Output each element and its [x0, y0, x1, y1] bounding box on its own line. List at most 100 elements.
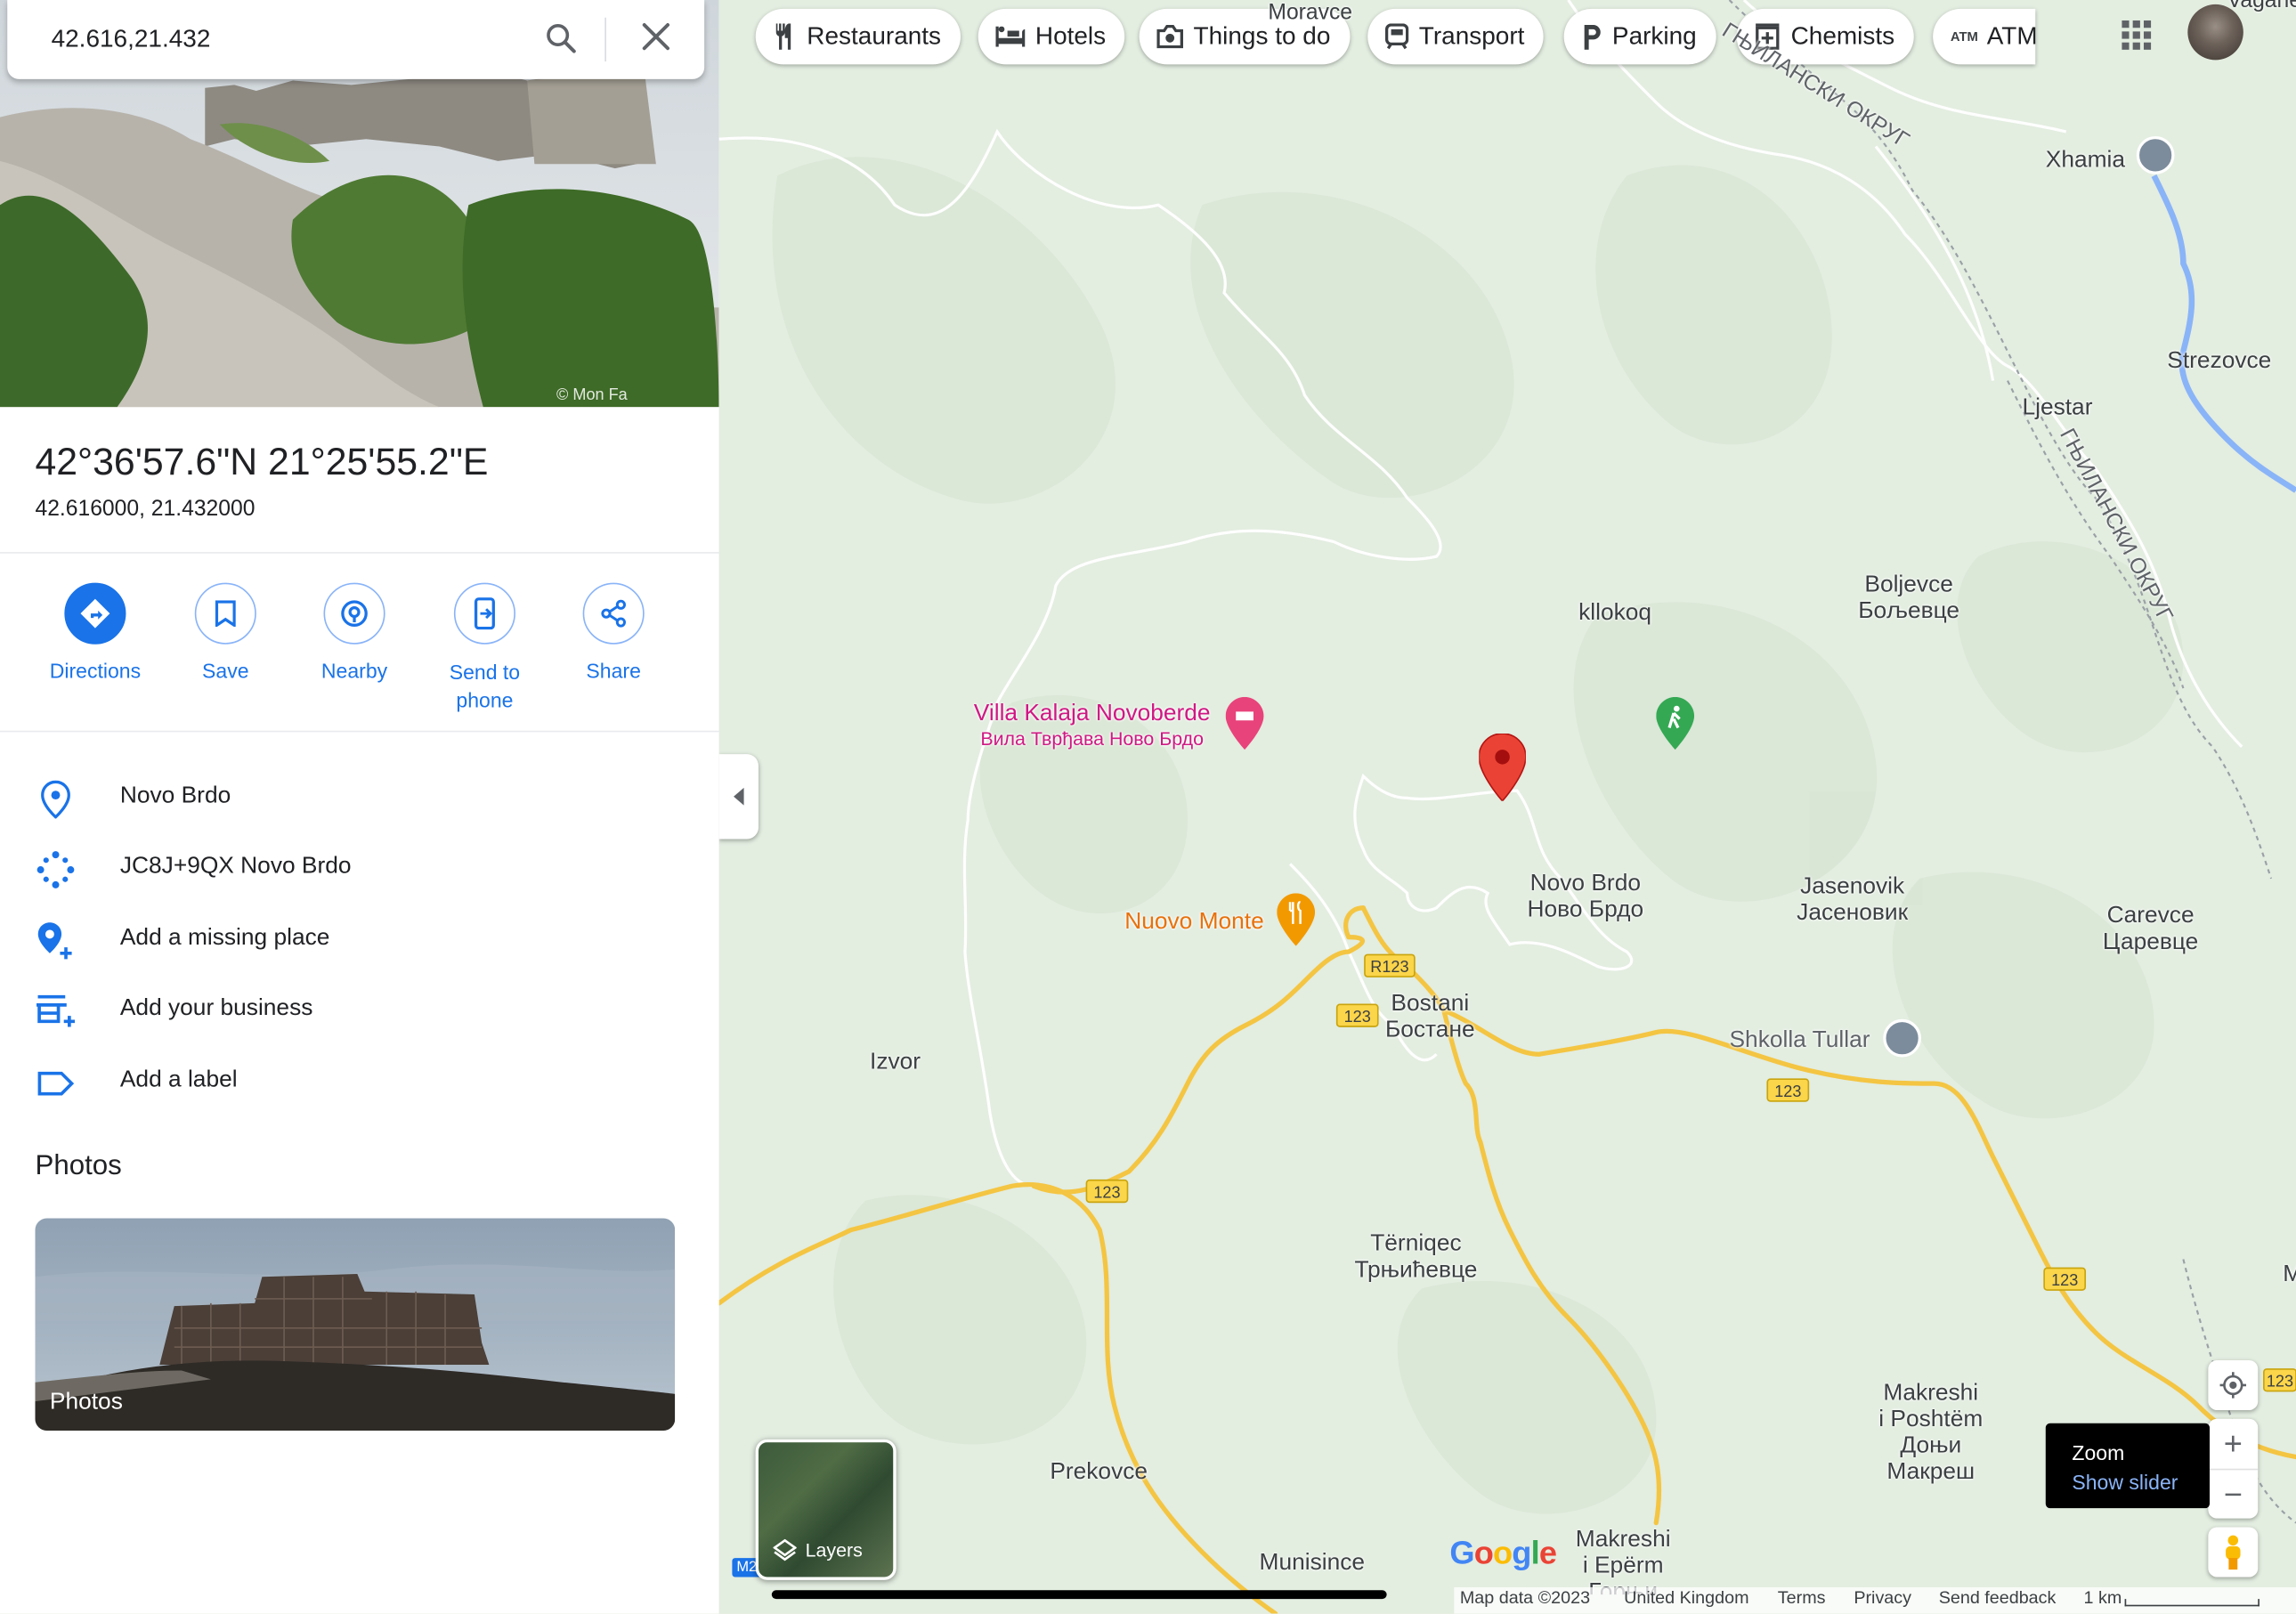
share-label: Share — [586, 659, 641, 683]
info-row-add-label[interactable]: Add a label — [0, 1051, 719, 1110]
nearby-label: Nearby — [320, 659, 388, 683]
layers-button[interactable]: Layers — [755, 1439, 896, 1580]
mosque-icon[interactable] — [2136, 135, 2175, 174]
restaurant-icon — [775, 23, 791, 50]
hotel-pin-icon[interactable] — [1225, 696, 1264, 750]
info-row-address-label: Novo Brdo — [119, 783, 231, 808]
side-panel: © Mon Fa 42°36'57.6"N 21°25'55.2"E 42.61… — [0, 0, 719, 1614]
map-label-ljestar: Ljestar — [2022, 395, 2093, 421]
zoom-in-button[interactable]: + — [2208, 1419, 2258, 1469]
chip-hotels[interactable]: Hotels — [978, 8, 1125, 65]
map-label-izvor: Izvor — [870, 1050, 921, 1075]
photos-heading: Photos — [35, 1150, 122, 1182]
map-label-kllokoq: kllokoq — [1578, 600, 1652, 626]
map-label-vaganes: Vaganeš Ваганеш — [2227, 0, 2296, 13]
layers-icon — [773, 1538, 797, 1561]
layers-label: Layers — [805, 1538, 863, 1561]
parking-icon — [1584, 24, 1601, 50]
send-to-phone-button[interactable]: Send to phone — [418, 582, 550, 715]
info-row-plus-code[interactable]: JC8J+9QX Novo Brdo — [0, 838, 719, 896]
chip-atm[interactable]: ATM ATM — [1933, 8, 2036, 65]
jasenovik-cyrillic: Јасеновик — [1797, 900, 1909, 926]
footer-country[interactable]: United Kingdom — [1624, 1587, 1748, 1608]
add-business-icon — [37, 994, 75, 1027]
hiking-pin-icon[interactable] — [1656, 696, 1695, 750]
train-icon — [1384, 23, 1409, 50]
photos-tile[interactable]: Photos — [35, 1218, 676, 1431]
road-label-123-a: 123 — [1344, 1008, 1371, 1026]
chip-parking[interactable]: Parking — [1563, 8, 1716, 65]
footer-send-feedback[interactable]: Send feedback — [1939, 1587, 2057, 1608]
search-icon[interactable] — [543, 20, 578, 55]
info-row-add-missing-place[interactable]: Add a missing place — [0, 909, 719, 968]
bookmark-icon — [215, 600, 236, 627]
map-label-carevce: Carevce Царевце — [2103, 904, 2198, 956]
villa-cyrillic: Вила Тврђава Ново Брдо — [980, 727, 1205, 750]
footer-privacy[interactable]: Privacy — [1854, 1587, 1911, 1608]
chip-transport[interactable]: Transport — [1367, 8, 1544, 65]
map-label-prekovce: Prekovce — [1050, 1459, 1148, 1485]
place-decimal-coordinates: 42.616000, 21.432000 — [35, 496, 256, 522]
info-row-address[interactable]: Novo Brdo — [0, 767, 719, 826]
close-icon[interactable] — [641, 22, 670, 52]
restaurant-pin-icon[interactable] — [1277, 893, 1316, 946]
chip-chemists-label: Chemists — [1790, 21, 1895, 50]
search-box — [7, 0, 705, 79]
share-button[interactable]: Share — [548, 582, 679, 683]
footer-terms[interactable]: Terms — [1778, 1587, 1826, 1608]
camera-icon — [1156, 24, 1183, 49]
info-row-plus-code-label: JC8J+9QX Novo Brdo — [119, 853, 352, 879]
map-label-nuovo-monte[interactable]: Nuovo Monte — [1124, 909, 1264, 936]
novo-brdo-cyrillic: Ново Брдо — [1527, 897, 1644, 923]
map-label-bostani: Bostani Бостане — [1385, 992, 1475, 1044]
apps-grid-icon[interactable] — [2122, 20, 2152, 50]
map-canvas[interactable]: R123 123 123 123 123 123 Restaurants Hot… — [718, 0, 2296, 1614]
map-label-villa[interactable]: Villa Kalaja Novoberde Вила Тврђава Ново … — [974, 702, 1211, 750]
atm-icon: ATM — [1950, 28, 1978, 45]
info-row-add-business[interactable]: Add your business — [0, 979, 719, 1038]
horizontal-scrollbar[interactable] — [771, 1590, 1387, 1600]
school-icon[interactable] — [1883, 1018, 1921, 1058]
footer-map-data: Map data ©2023 — [1459, 1586, 1591, 1608]
terniqec-latin: Tërniqec — [1370, 1231, 1462, 1257]
zoom-controls: + − — [2208, 1418, 2259, 1521]
directions-icon — [80, 598, 110, 629]
chip-restaurants-label: Restaurants — [807, 21, 942, 50]
scale-bar — [2124, 1599, 2259, 1607]
map-label-strezovce: Strezovce — [2167, 348, 2272, 374]
dropped-pin-icon[interactable] — [1479, 734, 1526, 801]
road-label-123-d: 123 — [2051, 1271, 2078, 1289]
directions-button[interactable]: Directions — [29, 582, 161, 682]
zoom-tooltip-title: Zoom — [2072, 1440, 2125, 1464]
footer-scale-label[interactable]: 1 km — [2084, 1587, 2122, 1608]
search-divider — [604, 17, 606, 62]
my-location-button[interactable] — [2208, 1360, 2259, 1410]
collapse-panel-button[interactable] — [718, 754, 759, 839]
map-label-novo-brdo: Novo Brdo Ново Брдо — [1528, 872, 1644, 924]
map-label-shkolla[interactable]: Shkolla Tullar — [1730, 1028, 1870, 1055]
road-label-r123: R123 — [1370, 958, 1408, 976]
map-label-boljevce: Boljevce Бољевце — [1858, 572, 1959, 625]
label-icon — [37, 1071, 75, 1096]
save-button[interactable]: Save — [159, 582, 291, 682]
road-label-123-b: 123 — [1093, 1183, 1120, 1201]
map-label-munisince: Munisince — [1259, 1550, 1366, 1576]
chip-restaurants[interactable]: Restaurants — [755, 8, 961, 65]
nearby-button[interactable]: Nearby — [288, 582, 420, 683]
road-label-123-e: 123 — [2267, 1373, 2293, 1391]
nearby-icon — [341, 600, 368, 627]
send-to-phone-icon — [474, 597, 495, 630]
photos-tile-label: Photos — [49, 1389, 123, 1415]
chip-hotels-label: Hotels — [1034, 21, 1107, 50]
hotel-icon — [995, 26, 1026, 47]
zoom-out-button[interactable]: − — [2208, 1468, 2259, 1521]
chip-parking-label: Parking — [1611, 21, 1697, 50]
search-input[interactable] — [48, 20, 494, 59]
map-label-terniqec: Tërniqec Трњићевце — [1354, 1231, 1477, 1284]
my-location-icon — [2219, 1372, 2247, 1399]
street-view-button[interactable] — [2208, 1527, 2259, 1578]
divider — [0, 552, 719, 554]
makreshi-p-line2: i Poshtëm — [1878, 1407, 1984, 1432]
map-label-makreshi-poshtem: Makreshi i Poshtëm Доњи Макреш — [1878, 1381, 1983, 1486]
zoom-tooltip-action[interactable]: Show slider — [2072, 1467, 2210, 1496]
